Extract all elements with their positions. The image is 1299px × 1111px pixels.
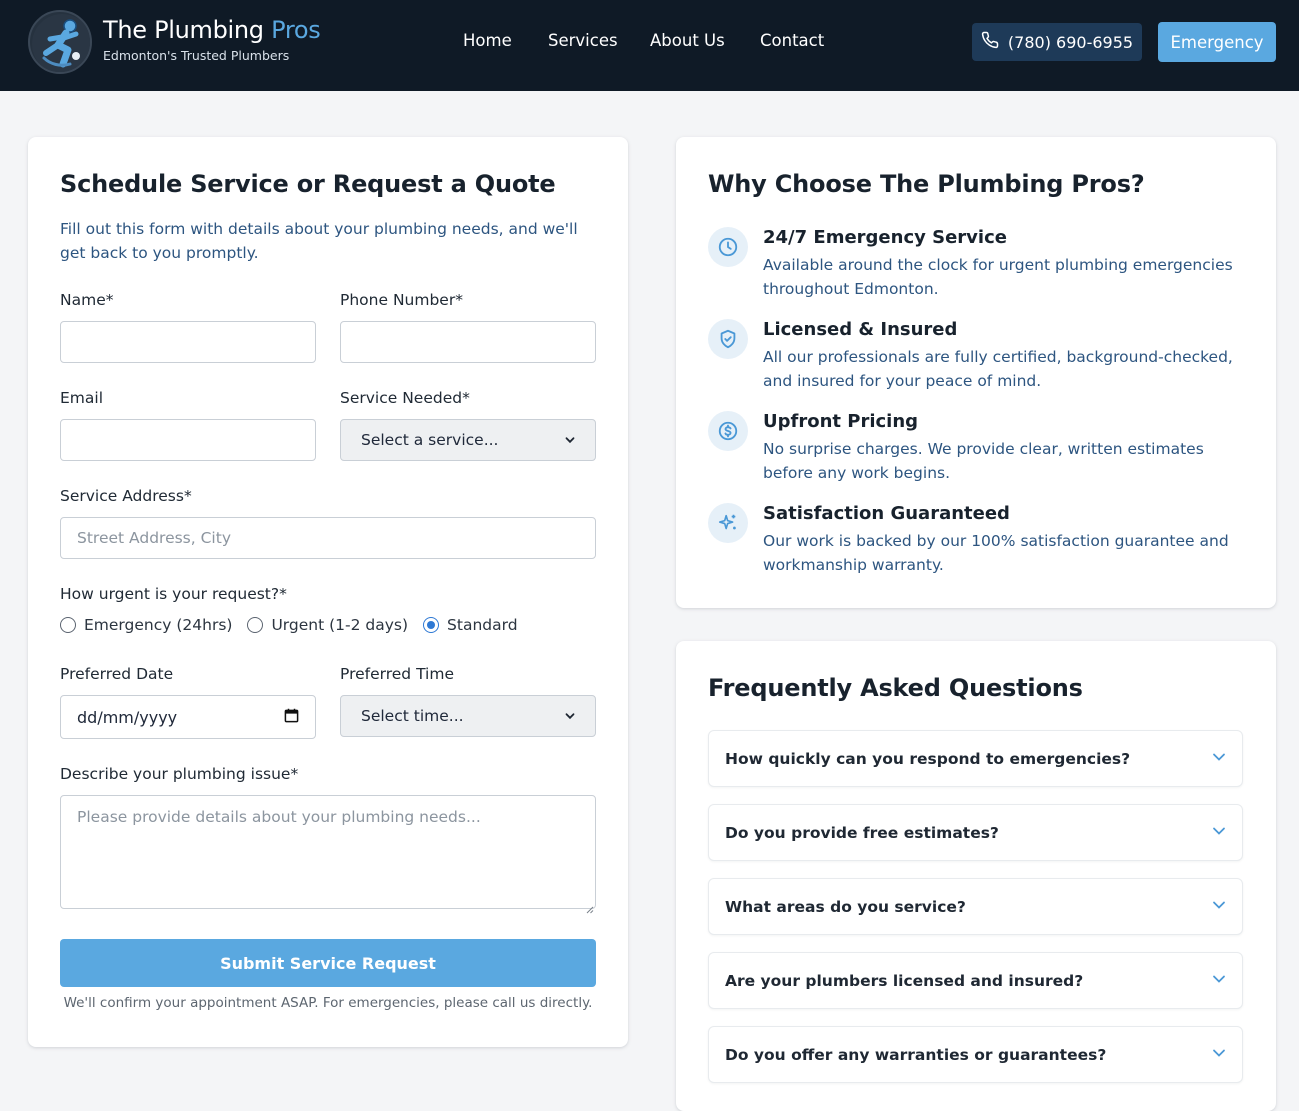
faq-item[interactable]: Do you provide free estimates? bbox=[708, 804, 1243, 861]
faq-item[interactable]: Do you offer any warranties or guarantee… bbox=[708, 1026, 1243, 1083]
feature-description: All our professionals are fully certifie… bbox=[763, 348, 1233, 390]
chevron-down-icon bbox=[1212, 1045, 1226, 1064]
date-label: Preferred Date bbox=[60, 665, 174, 683]
faq-card: Frequently Asked Questions How quickly c… bbox=[676, 641, 1276, 1111]
email-label: Email bbox=[60, 389, 104, 407]
name-input[interactable] bbox=[60, 321, 316, 363]
feature-title: 24/7 Emergency Service bbox=[763, 227, 1007, 248]
brand-name-accent: Pros bbox=[271, 16, 321, 44]
nav-home[interactable]: Home bbox=[463, 31, 512, 50]
urgency-label: How urgent is your request?* bbox=[60, 585, 287, 603]
urgency-option-standard[interactable]: Standard bbox=[423, 616, 518, 634]
why-choose-card: Why Choose The Plumbing Pros? 24/7 Emerg… bbox=[676, 137, 1276, 608]
shield-check-icon bbox=[708, 319, 748, 359]
clock-icon bbox=[708, 227, 748, 267]
service-request-form: Schedule Service or Request a Quote Fill… bbox=[28, 137, 628, 1047]
faq-item[interactable]: What areas do you service? bbox=[708, 878, 1243, 935]
phone-label: Phone Number* bbox=[340, 291, 463, 309]
brand-name[interactable]: The Plumbing Pros bbox=[103, 16, 321, 44]
urgency-option-label: Urgent (1-2 days) bbox=[271, 616, 409, 634]
calendar-icon[interactable] bbox=[284, 708, 299, 727]
urgency-option-emergency[interactable]: Emergency (24hrs) bbox=[60, 616, 232, 634]
urgency-option-label: Standard bbox=[447, 616, 518, 634]
call-phone-button[interactable]: (780) 690-6955 bbox=[972, 23, 1142, 61]
nav-contact[interactable]: Contact bbox=[760, 31, 824, 50]
form-intro: Fill out this form with details about yo… bbox=[60, 220, 578, 262]
faq-question: Do you provide free estimates? bbox=[725, 823, 999, 842]
resize-handle-icon[interactable] bbox=[586, 899, 594, 914]
issue-label: Describe your plumbing issue* bbox=[60, 765, 299, 783]
address-input[interactable] bbox=[60, 517, 596, 559]
email-input[interactable] bbox=[60, 419, 316, 461]
chevron-down-icon bbox=[1212, 823, 1226, 842]
faq-question: How quickly can you respond to emergenci… bbox=[725, 749, 1131, 768]
chevron-down-icon bbox=[1212, 971, 1226, 990]
brand-tagline: Edmonton's Trusted Plumbers bbox=[103, 48, 290, 63]
chevron-down-icon bbox=[565, 431, 575, 449]
faq-title: Frequently Asked Questions bbox=[708, 674, 1083, 702]
submit-request-button[interactable]: Submit Service Request bbox=[60, 939, 596, 987]
faq-item[interactable]: How quickly can you respond to emergenci… bbox=[708, 730, 1243, 787]
feature-description: Available around the clock for urgent pl… bbox=[763, 256, 1233, 298]
radio-button[interactable] bbox=[60, 617, 76, 633]
faq-question: What areas do you service? bbox=[725, 897, 966, 916]
address-label: Service Address* bbox=[60, 487, 192, 505]
nav-services[interactable]: Services bbox=[548, 31, 618, 50]
feature-description: Our work is backed by our 100% satisfact… bbox=[763, 532, 1229, 574]
brand-name-main: The Plumbing bbox=[103, 16, 264, 44]
running-plumber-logo-icon[interactable] bbox=[28, 10, 92, 74]
dollar-circle-icon bbox=[708, 411, 748, 451]
confirmation-note: We'll confirm your appointment ASAP. For… bbox=[63, 995, 593, 1011]
radio-button[interactable] bbox=[247, 617, 264, 633]
time-select[interactable]: Select time... bbox=[340, 695, 596, 737]
chevron-down-icon bbox=[1212, 897, 1226, 916]
faq-question: Are your plumbers licensed and insured? bbox=[725, 971, 1084, 990]
date-input[interactable]: dd/mm/yyyy bbox=[60, 695, 316, 739]
phone-number: (780) 690-6955 bbox=[1007, 32, 1134, 52]
chevron-down-icon bbox=[1212, 749, 1226, 768]
feature-title: Licensed & Insured bbox=[763, 319, 958, 340]
phone-input[interactable] bbox=[340, 321, 596, 363]
service-label: Service Needed* bbox=[340, 389, 470, 407]
faq-item[interactable]: Are your plumbers licensed and insured? bbox=[708, 952, 1243, 1009]
date-input-value: dd/mm/yyyy bbox=[77, 707, 178, 727]
faq-question: Do you offer any warranties or guarantee… bbox=[725, 1045, 1107, 1064]
name-label: Name* bbox=[60, 291, 114, 309]
why-title: Why Choose The Plumbing Pros? bbox=[708, 170, 1145, 198]
urgency-option-urgent[interactable]: Urgent (1-2 days) bbox=[247, 616, 408, 634]
urgency-radio-group: Emergency (24hrs) Urgent (1-2 days) Stan… bbox=[60, 616, 518, 634]
feature-title: Upfront Pricing bbox=[763, 411, 919, 432]
time-select-value: Select time... bbox=[361, 707, 464, 725]
sparkles-icon bbox=[708, 503, 748, 543]
phone-icon bbox=[981, 31, 999, 53]
service-select[interactable]: Select a service... bbox=[340, 419, 596, 461]
feature-description: No surprise charges. We provide clear, w… bbox=[763, 440, 1204, 482]
chevron-down-icon bbox=[565, 707, 575, 725]
issue-textarea[interactable] bbox=[60, 795, 596, 909]
urgency-option-label: Emergency (24hrs) bbox=[84, 616, 233, 634]
form-title: Schedule Service or Request a Quote bbox=[60, 170, 556, 198]
emergency-button[interactable]: Emergency bbox=[1158, 22, 1276, 62]
site-header: The Plumbing Pros Edmonton's Trusted Plu… bbox=[0, 0, 1299, 91]
nav-about-us[interactable]: About Us bbox=[650, 31, 725, 50]
radio-button-selected[interactable] bbox=[423, 617, 440, 633]
time-label: Preferred Time bbox=[340, 665, 455, 683]
feature-title: Satisfaction Guaranteed bbox=[763, 503, 1010, 524]
service-select-value: Select a service... bbox=[361, 431, 499, 449]
